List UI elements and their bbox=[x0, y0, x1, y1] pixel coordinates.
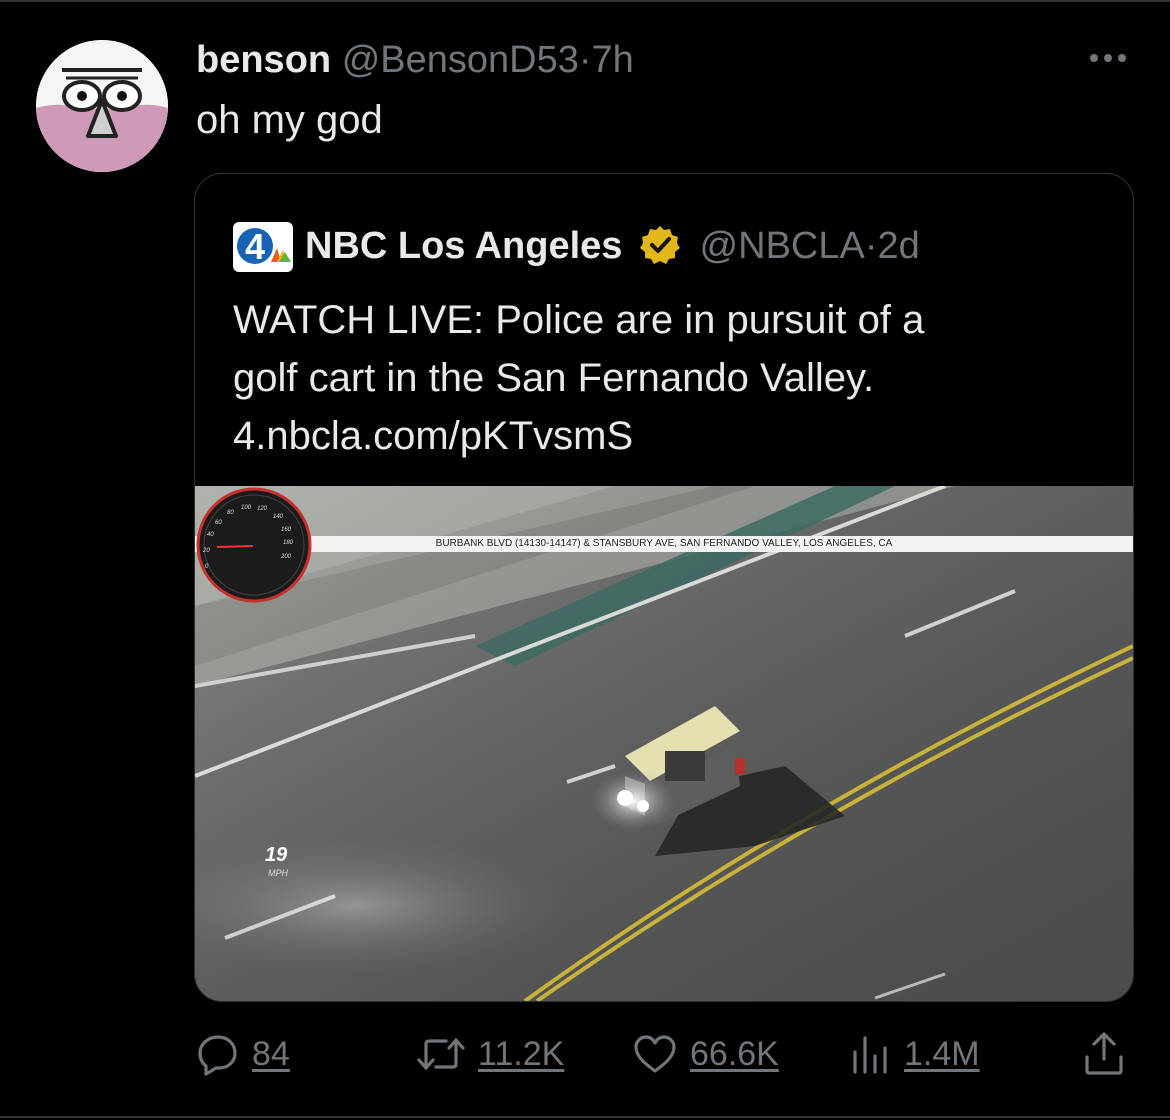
reply-count: 84 bbox=[252, 1034, 290, 1073]
speed-tick: 180 bbox=[283, 540, 294, 546]
reply-button[interactable]: 84 bbox=[196, 1026, 290, 1082]
location-caption: BURBANK BLVD (14130-14147) & STANSBURY A… bbox=[195, 536, 1133, 552]
retweet-icon bbox=[417, 1038, 465, 1070]
retweet-button[interactable]: 11.2K bbox=[416, 1026, 564, 1082]
share-button[interactable] bbox=[1082, 1026, 1126, 1082]
quoted-separator-dot: · bbox=[864, 225, 878, 267]
display-name[interactable]: benson bbox=[196, 39, 331, 81]
quoted-text-line: golf cart in the San Fernando Valley. bbox=[233, 356, 875, 400]
speed-tick: 100 bbox=[241, 505, 252, 511]
reply-icon bbox=[198, 1035, 237, 1076]
timestamp[interactable]: 7h bbox=[592, 39, 634, 81]
speed-tick: 60 bbox=[215, 520, 222, 526]
heart-icon bbox=[634, 1035, 676, 1073]
speed-tick: 120 bbox=[257, 506, 268, 512]
nbc-logo-icon: 4 bbox=[233, 222, 293, 272]
speed-unit: MPH bbox=[268, 868, 288, 878]
views-button[interactable]: 1.4M bbox=[848, 1026, 980, 1082]
top-divider bbox=[0, 0, 1170, 2]
nbc-logo-number: 4 bbox=[245, 226, 265, 267]
video-thumbnail[interactable]: BURBANK BLVD (14130-14147) & STANSBURY A… bbox=[195, 486, 1133, 1001]
share-icon bbox=[1085, 1032, 1123, 1075]
quoted-header: NBC Los Angeles @NBCLA·2d bbox=[305, 218, 920, 274]
speed-tick: 200 bbox=[280, 554, 292, 560]
speed-tick: 160 bbox=[281, 527, 292, 533]
avatar[interactable] bbox=[36, 40, 168, 172]
separator-dot: · bbox=[578, 39, 592, 81]
aerial-road-scene bbox=[195, 486, 1133, 1001]
speed-tick: 40 bbox=[207, 532, 214, 538]
views-icon bbox=[853, 1036, 887, 1074]
action-bar: 84 11.2K 66.6K 1.4M bbox=[0, 1026, 1170, 1082]
quoted-text-line: WATCH LIVE: Police are in pursuit of a bbox=[233, 298, 925, 342]
more-icon[interactable] bbox=[1086, 38, 1130, 78]
bottom-divider bbox=[0, 1116, 1170, 1118]
avatar-image bbox=[36, 40, 168, 172]
speed-value: 19 bbox=[265, 844, 288, 866]
like-button[interactable]: 66.6K bbox=[632, 1026, 779, 1082]
quoted-timestamp[interactable]: 2d bbox=[878, 225, 920, 267]
views-count: 1.4M bbox=[904, 1034, 980, 1073]
quoted-tweet[interactable]: 4 NBC Los Angeles @NBCLA·2d WATCH LIVE: … bbox=[194, 173, 1134, 1002]
speed-tick: 140 bbox=[273, 514, 284, 520]
quoted-link[interactable]: 4.nbcla.com/pKTvsmS bbox=[233, 407, 1113, 465]
speed-tick: 80 bbox=[227, 510, 234, 516]
tweet-header: benson @BensonD53·7h bbox=[196, 36, 634, 84]
speed-tick: 20 bbox=[202, 548, 210, 554]
speedometer-gauge: 0 20 40 60 80 100 120 140 160 180 200 bbox=[196, 487, 312, 603]
user-handle[interactable]: @BensonD53 bbox=[342, 39, 579, 81]
quoted-display-name[interactable]: NBC Los Angeles bbox=[305, 225, 622, 267]
quoted-handle[interactable]: @NBCLA bbox=[700, 225, 865, 267]
verified-badge-icon bbox=[639, 226, 680, 264]
retweet-count: 11.2K bbox=[478, 1034, 565, 1073]
like-count: 66.6K bbox=[690, 1034, 779, 1073]
quoted-text: WATCH LIVE: Police are in pursuit of a g… bbox=[233, 291, 1113, 465]
tweet-text: oh my god bbox=[196, 98, 383, 142]
